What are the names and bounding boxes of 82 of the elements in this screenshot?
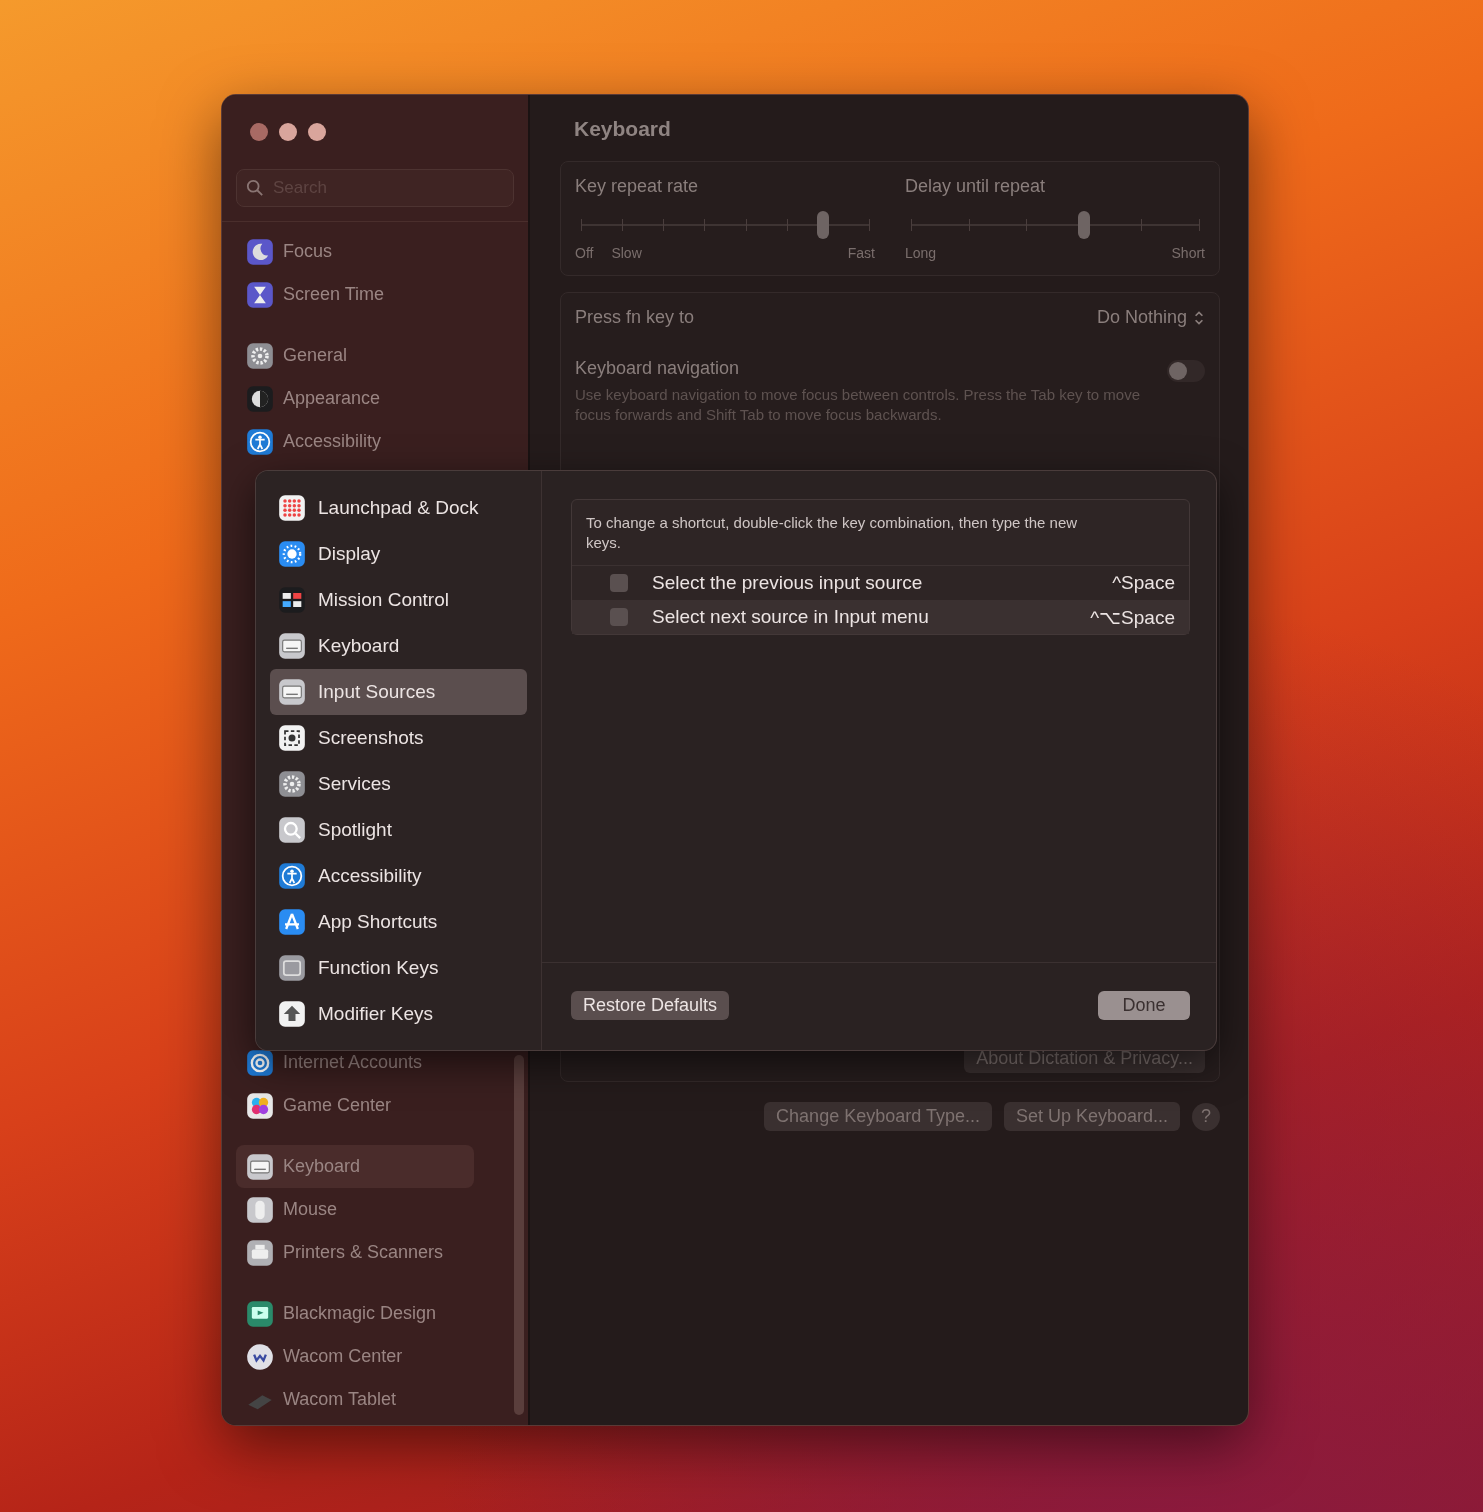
shortcut-label: Select the previous input source [652,572,924,594]
instruction-text: To change a shortcut, double-click the key combination, then type the new keys. [572,500,1189,566]
sidebar-item[interactable]: Wacom Tablet [236,1378,474,1421]
slider-mark: Short [1171,245,1205,261]
circle-badge-icon [246,1342,274,1371]
keyboard-icon [278,632,306,660]
sidebar-item[interactable]: General [236,334,474,377]
slider-label: Key repeat rate [575,176,700,197]
sidebar-item[interactable]: Game Center [236,1084,474,1127]
grid-icon [278,494,306,522]
hourglass-icon [246,280,274,309]
shortcut-category[interactable]: Function Keys [270,945,527,991]
windows-icon [278,586,306,614]
minimize-button[interactable] [279,123,297,141]
shortcut-category[interactable]: Launchpad & Dock [270,485,527,531]
shortcut-category[interactable]: Modifier Keys [270,991,527,1037]
sidebar-item[interactable]: Keyboard [236,1145,474,1188]
keyboard-button[interactable]: Set Up Keyboard... [1003,1102,1180,1131]
monitor-icon [246,1299,274,1328]
sidebar-item[interactable]: Screen Time [236,273,474,316]
slider-mark: Off [575,245,594,261]
setting-label: Press fn key to [575,307,695,328]
contrast-icon [246,384,274,413]
shortcut-category[interactable]: Mission Control [270,577,527,623]
page-title: Keyboard [574,117,672,141]
restore-defaults-button[interactable]: Restore Defaults [571,991,730,1020]
screenshot-icon [278,724,306,752]
slider-track[interactable] [581,211,869,239]
sidebar-item[interactable]: Printers & Scanners [236,1231,474,1274]
slider-mark: Fast [847,245,875,261]
accessibility-icon [278,862,306,890]
moon-icon [246,237,274,266]
mouse-icon [246,1195,274,1224]
checkbox[interactable] [610,574,628,592]
slider-mark: Long [905,245,938,261]
gear-icon [278,770,306,798]
setting-description: Use keyboard navigation to move focus between controls. Press the Tab key to move focus forwards and Shift Tab to move focus backwards. [575,385,1142,425]
done-button[interactable]: Done [1098,991,1190,1020]
sun-icon [278,540,306,568]
sidebar-item[interactable]: Accessibility [236,420,474,463]
zoom-button[interactable] [308,123,326,141]
search-icon [278,816,306,844]
help-button[interactable]: ? [1192,1102,1220,1131]
checkbox[interactable] [610,608,628,626]
shortcut-category[interactable]: Display [270,531,527,577]
keyboard-icon [246,1152,274,1181]
key-icon [278,954,306,982]
shortcut-category[interactable]: App Shortcuts [270,899,527,945]
sidebar-item[interactable]: Wacom Center [236,1335,474,1378]
close-button[interactable] [250,123,268,141]
shortcut-category[interactable]: Services [270,761,527,807]
keyboard-icon [278,678,306,706]
slider-mark: Slow [611,245,643,261]
shortcut-category[interactable]: Spotlight [270,807,527,853]
sidebar-item[interactable]: Appearance [236,377,474,420]
slider-thumb[interactable] [1077,211,1090,239]
key-combination[interactable]: ^⌥Space [1090,605,1175,629]
app-store-icon [278,908,306,936]
popup-button[interactable]: Do Nothing [1096,307,1205,328]
keyboard-button[interactable]: Change Keyboard Type... [764,1102,992,1131]
bubbles-icon [246,1091,274,1120]
arrow-up-icon [278,1000,306,1028]
printer-icon [246,1238,274,1267]
key-combination[interactable]: ^Space [1112,572,1175,594]
setting-label: Keyboard navigation [575,358,741,379]
gear-icon [246,341,274,370]
sidebar-item[interactable]: Blackmagic Design [236,1292,474,1335]
slider-track[interactable] [911,211,1199,239]
shortcut-category[interactable]: Screenshots [270,715,527,761]
accessibility-icon [246,427,274,456]
slider-thumb[interactable] [816,211,829,239]
shortcut-category[interactable]: Accessibility [270,853,527,899]
shortcut-category[interactable]: Input Sources [270,669,527,715]
sidebar-item[interactable]: Focus [236,230,474,273]
shortcut-label: Select next source in Input menu [652,606,930,628]
toggle-switch[interactable] [1167,360,1205,382]
sidebar-item[interactable]: Mouse [236,1188,474,1231]
search-icon [246,179,264,197]
at-sign-icon [246,1048,274,1077]
scroll-bar[interactable] [514,1055,524,1415]
shortcut-category[interactable]: Keyboard [270,623,527,669]
slider-label: Delay until repeat [905,176,1047,197]
